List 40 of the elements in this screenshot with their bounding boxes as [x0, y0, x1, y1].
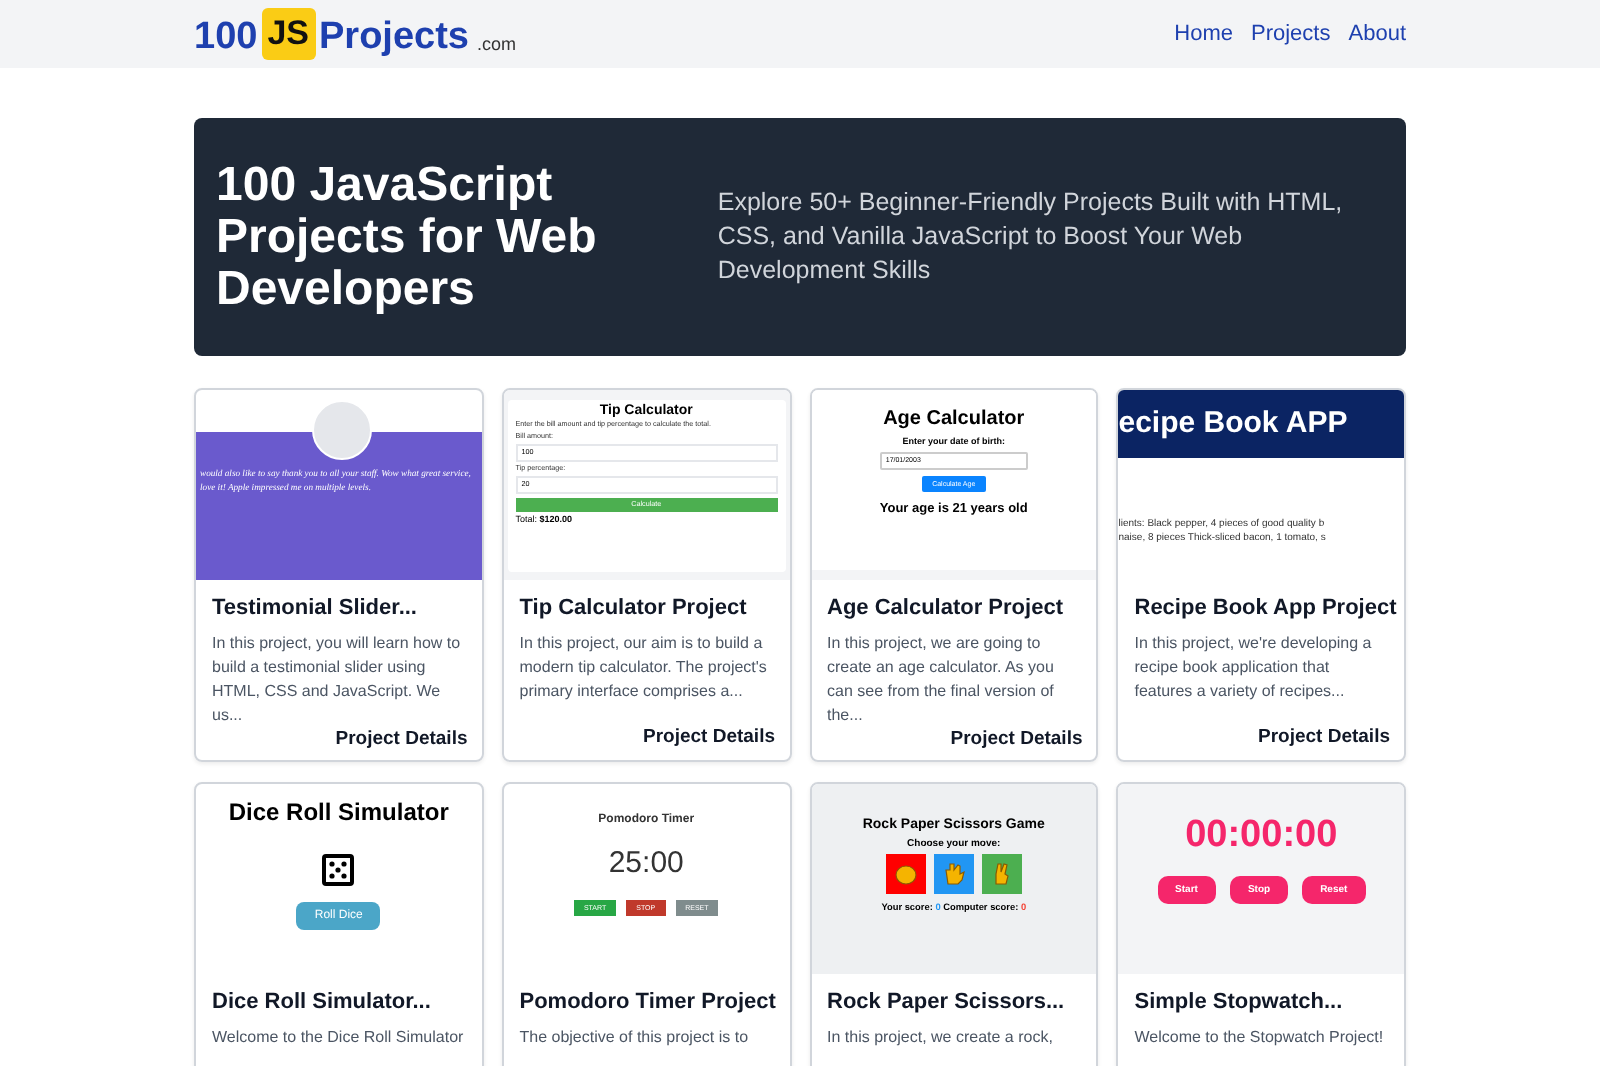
project-details-link[interactable]: Project Details: [335, 728, 468, 750]
hero-title: 100 JavaScript Projects for Web Developers: [216, 159, 599, 315]
nav-link[interactable]: Home: [1174, 22, 1233, 46]
project-description: In this project, you will learn how to build a testimonial slider using HTML, CSS and JavaScript. We us...: [212, 632, 463, 728]
timer-display: 00:00:00: [1185, 814, 1338, 858]
project-title: Rock Paper Scissors...: [827, 988, 1067, 1016]
preview-title: Age Calculator: [883, 408, 1025, 430]
project-title: Testimonial Slider...: [212, 594, 419, 622]
nav-link[interactable]: About: [1348, 22, 1406, 46]
nav-link[interactable]: Projects: [1251, 22, 1331, 46]
project-details-link[interactable]: Project Details: [643, 726, 775, 748]
preview-title: ecipe Book APP: [1118, 390, 1404, 458]
rock-button[interactable]: [885, 854, 926, 894]
logo-name: Projects: [319, 16, 469, 60]
project-title: Simple Stopwatch...: [1134, 988, 1345, 1016]
paper-button[interactable]: [933, 854, 974, 894]
logo-badge: JS: [261, 8, 315, 60]
hand-icon: [941, 862, 966, 886]
project-title: Pomodoro Timer Project: [519, 988, 775, 1016]
peace-hand-icon: [989, 862, 1014, 886]
project-title: Age Calculator Project: [827, 594, 1065, 622]
project-description: Welcome to the Stopwatch Project!: [1134, 1026, 1386, 1050]
project-description: The objective of this project is to: [519, 1026, 751, 1050]
logo-number: 100: [194, 16, 258, 60]
timer-display: 25:00: [608, 846, 684, 880]
scissors-button[interactable]: [981, 854, 1022, 894]
dice-icon: [322, 854, 355, 886]
project-description: In this project, we're developing a recipe book application that features a variety of recipes...: [1134, 632, 1374, 704]
project-title: Dice Roll Simulator...: [212, 988, 433, 1016]
project-title: Tip Calculator Project: [519, 594, 749, 622]
project-details-link[interactable]: Project Details: [950, 728, 1083, 750]
project-details-link[interactable]: Project Details: [1258, 726, 1390, 748]
hero-subtitle: Explore 50+ Beginner-Friendly Projects Built with HTML, CSS, and Vanilla JavaScript to Boost Your Web Development Skills: [717, 186, 1345, 288]
project-description: Welcome to the Dice Roll Simulator: [212, 1026, 466, 1050]
project-description: In this project, our aim is to build a modern tip calculator. The project's primary interface comprises a...: [519, 632, 769, 704]
project-description: In this project, we create a rock,: [827, 1026, 1055, 1050]
logo-suffix: .com: [476, 34, 516, 54]
project-description: In this project, we are going to create an age calculator. As you can see from the final version of the...: [827, 632, 1056, 728]
preview-title: Dice Roll Simulator: [228, 798, 449, 826]
avatar-placeholder: [312, 400, 372, 460]
